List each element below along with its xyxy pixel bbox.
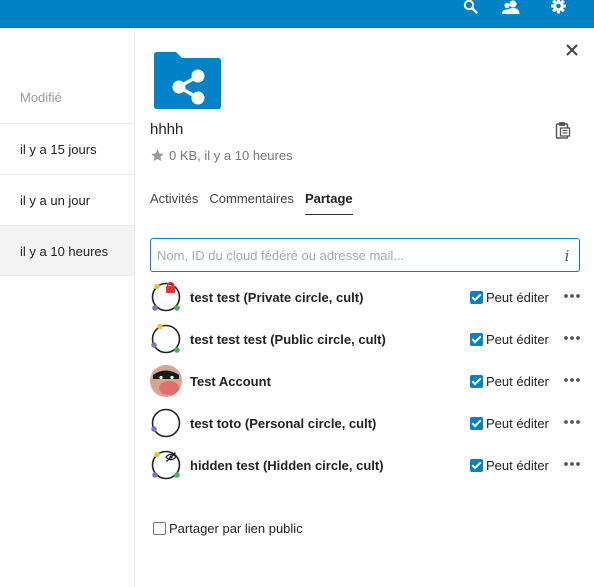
tab-activities[interactable]: Activités [150, 191, 198, 215]
personal-circle-avatar [151, 408, 181, 438]
share-recipient-name: Test Account [190, 374, 271, 389]
public-link-option[interactable]: Partager par lien public [153, 521, 303, 536]
tab-sharing[interactable]: Partage [304, 191, 353, 215]
user-photo-avatar [150, 365, 182, 397]
more-options-icon[interactable] [564, 457, 580, 471]
more-options-icon[interactable] [564, 289, 580, 303]
tab-comments[interactable]: Commentaires [209, 191, 294, 215]
public-link-checkbox[interactable] [153, 522, 166, 535]
private-circle-avatar [151, 281, 181, 312]
file-row[interactable]: il y a un jour [0, 174, 134, 225]
info-icon[interactable]: i [560, 247, 574, 265]
public-circle-avatar [151, 323, 181, 354]
share-row: test test (Private circle, cult) Peut éd… [150, 281, 580, 315]
share-recipient-name: test test test (Public circle, cult) [190, 332, 386, 347]
can-edit-toggle[interactable]: Peut éditer [470, 290, 549, 305]
share-recipient-name: test toto (Personal circle, cult) [190, 416, 377, 431]
more-options-icon[interactable] [564, 331, 580, 345]
can-edit-toggle[interactable]: Peut éditer [470, 416, 549, 431]
share-row: Test Account Peut éditer [150, 365, 580, 399]
can-edit-label[interactable]: Peut éditer [486, 290, 549, 305]
can-edit-checkbox[interactable] [470, 417, 483, 430]
search-icon[interactable] [463, 0, 479, 14]
file-list: Modifié il y a 15 jours il y a un jour i… [0, 28, 135, 587]
share-search-box: i [150, 238, 580, 272]
can-edit-label[interactable]: Peut éditer [486, 416, 549, 431]
can-edit-toggle[interactable]: Peut éditer [470, 332, 549, 347]
share-recipient-name: hidden test (Hidden circle, cult) [190, 458, 384, 473]
can-edit-label[interactable]: Peut éditer [486, 458, 549, 473]
modified-column-header[interactable]: Modifié [20, 90, 62, 105]
file-row[interactable]: il y a 15 jours [0, 123, 134, 174]
more-options-icon[interactable] [564, 415, 580, 429]
details-sidebar: hhhh 0 KB, il y a 10 heures Activités Co… [135, 28, 594, 587]
public-link-label[interactable]: Partager par lien public [169, 521, 303, 536]
can-edit-checkbox[interactable] [470, 375, 483, 388]
share-row: test test test (Public circle, cult) Peu… [150, 323, 580, 357]
close-icon[interactable] [564, 42, 580, 58]
contacts-icon[interactable] [502, 0, 520, 14]
can-edit-toggle[interactable]: Peut éditer [470, 374, 549, 389]
share-search-input[interactable] [151, 239, 551, 271]
file-name: hhhh [150, 121, 184, 138]
file-meta: 0 KB, il y a 10 heures [150, 148, 293, 163]
top-bar [0, 0, 594, 28]
can-edit-checkbox[interactable] [470, 291, 483, 304]
hidden-circle-avatar [151, 450, 181, 480]
shared-folder-icon [154, 52, 221, 109]
can-edit-checkbox[interactable] [470, 459, 483, 472]
modified-date: il y a un jour [20, 193, 91, 208]
sidebar-tabs: Activités Commentaires Partage [150, 191, 364, 215]
clipboard-icon[interactable] [554, 121, 571, 139]
modified-date: il y a 15 jours [20, 142, 97, 157]
modified-date: il y a 10 heures [20, 244, 109, 259]
can-edit-label[interactable]: Peut éditer [486, 374, 549, 389]
share-row: hidden test (Hidden circle, cult) Peut é… [150, 449, 580, 483]
file-meta-text: 0 KB, il y a 10 heures [169, 148, 293, 163]
more-options-icon[interactable] [564, 373, 580, 387]
file-row-selected[interactable]: il y a 10 heures [0, 225, 134, 276]
settings-icon[interactable] [550, 0, 567, 14]
share-row: test toto (Personal circle, cult) Peut é… [150, 407, 580, 441]
can-edit-toggle[interactable]: Peut éditer [470, 458, 549, 473]
can-edit-label[interactable]: Peut éditer [486, 332, 549, 347]
star-icon[interactable] [150, 148, 165, 163]
share-recipient-name: test test (Private circle, cult) [190, 290, 364, 305]
eye-hidden-icon [165, 452, 177, 462]
can-edit-checkbox[interactable] [470, 333, 483, 346]
